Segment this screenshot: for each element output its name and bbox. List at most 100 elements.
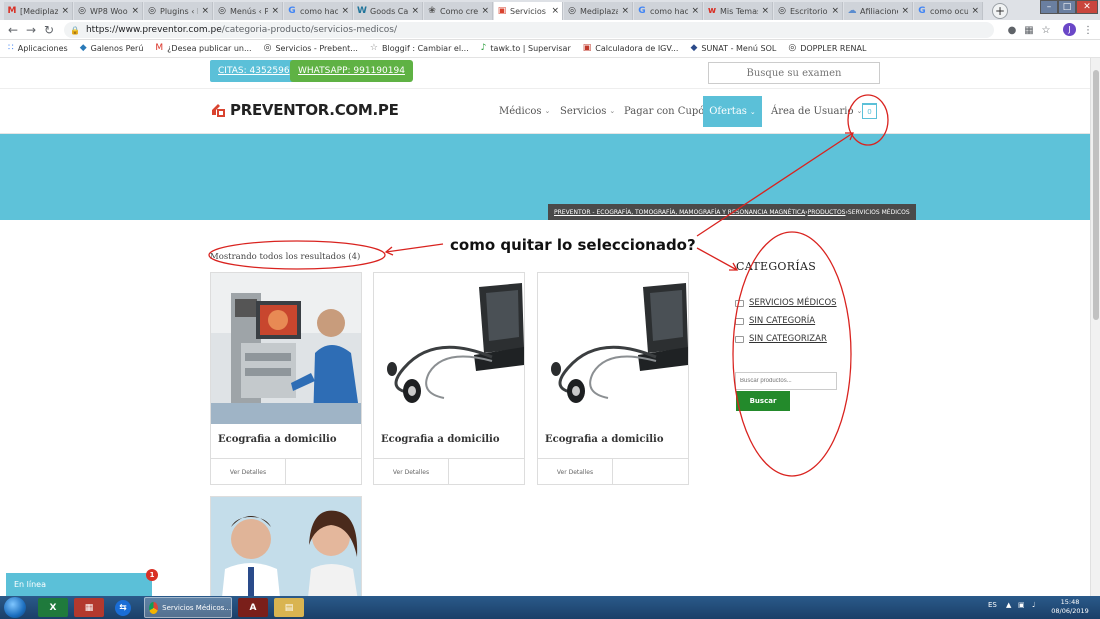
close-tab-icon[interactable]: × bbox=[271, 6, 279, 16]
site-logo[interactable]: PREVENTOR.COM.PE bbox=[210, 101, 399, 119]
nav-medicos[interactable]: Médicos ⌄ bbox=[499, 103, 550, 119]
browser-tab[interactable]: ◎ WP8 Woo × bbox=[74, 2, 143, 20]
bookmark-item[interactable]: ◎ Servicios - Prebent... bbox=[264, 44, 358, 54]
extension-icon[interactable]: ● bbox=[1006, 24, 1018, 36]
browser-tab[interactable]: Gcomo hac × bbox=[284, 2, 353, 20]
menu-icon[interactable]: ⋮ bbox=[1082, 24, 1094, 36]
pdf-tool-icon[interactable]: ▦ bbox=[74, 598, 104, 617]
product-image[interactable] bbox=[374, 273, 524, 424]
close-tab-icon[interactable]: × bbox=[691, 6, 699, 16]
close-tab-icon[interactable]: × bbox=[341, 6, 349, 16]
breadcrumb-home[interactable]: PREVENTOR - ECOGRAFÍA, TOMOGRAFÍA, MAMOG… bbox=[554, 209, 805, 216]
browser-tab[interactable]: W Goods Cat × bbox=[354, 2, 423, 20]
bookmark-item[interactable]: ▣ Calculadora de IGV... bbox=[583, 44, 679, 54]
close-tab-icon[interactable]: × bbox=[481, 6, 489, 16]
close-tab-icon[interactable]: × bbox=[761, 6, 769, 16]
bookmark-item[interactable]: ◆ SUNAT - Menú SOL bbox=[690, 44, 776, 54]
excel-icon[interactable]: X bbox=[38, 598, 68, 617]
maximize-button[interactable]: □ bbox=[1058, 0, 1076, 14]
translate-icon[interactable]: ▦ bbox=[1023, 24, 1035, 36]
file-explorer-icon[interactable]: ▤ bbox=[274, 598, 304, 617]
chat-widget[interactable]: En línea bbox=[6, 573, 152, 596]
product-image[interactable] bbox=[211, 497, 361, 596]
start-button[interactable] bbox=[4, 597, 26, 618]
citas-button[interactable]: CITAS: 4352596 bbox=[210, 60, 298, 82]
browser-tab[interactable]: Gcomo ocul × bbox=[914, 2, 983, 20]
teamviewer-icon[interactable]: ⇆ bbox=[108, 598, 138, 617]
browser-tab[interactable]: ◎ Escritorio × bbox=[774, 2, 843, 20]
galenos-icon: ◆ bbox=[79, 43, 87, 53]
close-tab-icon[interactable]: × bbox=[201, 6, 209, 16]
bookmark-star-icon[interactable]: ☆ bbox=[1040, 24, 1052, 36]
bookmark-item[interactable]: ♪ tawk.to | Supervisar bbox=[481, 44, 571, 54]
product-card[interactable]: Ecografia a domicilio Ver Detalles bbox=[373, 272, 525, 485]
annotation-question: como quitar lo seleccionado? bbox=[450, 236, 696, 254]
scrollbar-thumb[interactable] bbox=[1093, 70, 1099, 320]
product-image[interactable] bbox=[211, 273, 361, 424]
back-icon[interactable]: ← bbox=[6, 23, 20, 37]
cart-icon[interactable]: 0 bbox=[862, 103, 877, 119]
browser-tab[interactable]: ❀ Como crea× bbox=[424, 2, 493, 20]
browser-tab[interactable]: ▣Servicios M× bbox=[494, 2, 563, 20]
ver-detalles-link[interactable]: Ver Detalles bbox=[374, 459, 449, 485]
bookmark-item[interactable]: ◎ DOPPLER RENAL bbox=[788, 44, 866, 54]
close-tab-icon[interactable]: × bbox=[131, 6, 139, 16]
acrobat-icon[interactable]: A bbox=[238, 598, 268, 617]
bookmark-item[interactable]: ∷ Aplicaciones bbox=[8, 44, 68, 54]
browser-tab[interactable]: M[Mediplaza]× bbox=[4, 2, 73, 20]
product-search-input[interactable] bbox=[735, 372, 837, 390]
bookmark-item[interactable]: ◆ Galenos Perú bbox=[79, 43, 144, 54]
close-tab-icon[interactable]: × bbox=[551, 6, 559, 16]
category-item[interactable]: SIN CATEGORÍA bbox=[735, 316, 815, 326]
system-clock[interactable]: 15:48 08/06/2019 bbox=[1050, 598, 1090, 616]
minimize-button[interactable]: – bbox=[1040, 0, 1058, 14]
category-item[interactable]: SIN CATEGORIZAR bbox=[735, 334, 827, 344]
profile-avatar[interactable]: J bbox=[1063, 23, 1076, 36]
reload-icon[interactable]: ↻ bbox=[42, 23, 56, 37]
browser-tab[interactable]: ◎ Plugins ‹ P × bbox=[144, 2, 213, 20]
product-card[interactable]: Ecografia a domicilio Ver Detalles bbox=[210, 272, 362, 485]
page-scrollbar[interactable] bbox=[1090, 58, 1100, 596]
breadcrumb-productos[interactable]: PRODUCTOS bbox=[808, 209, 846, 216]
nav-ofertas[interactable]: Ofertas ⌄ bbox=[703, 96, 762, 127]
browser-tab[interactable]: ◎ Menús ‹ P × bbox=[214, 2, 283, 20]
exam-search-input[interactable] bbox=[708, 62, 880, 84]
close-tab-icon[interactable]: × bbox=[971, 6, 979, 16]
product-card[interactable]: Ecografia a domicilio Ver Detalles bbox=[537, 272, 689, 485]
volume-icon[interactable]: ♩ bbox=[1032, 601, 1035, 609]
product-card[interactable] bbox=[210, 496, 362, 596]
nav-servicios[interactable]: Servicios ⌄ bbox=[560, 103, 615, 119]
ver-detalles-link[interactable]: Ver Detalles bbox=[538, 459, 613, 485]
browser-tab[interactable]: Gcomo hac × bbox=[634, 2, 703, 20]
address-bar[interactable]: 🔒 https://www.preventor.com.pe/categoria… bbox=[64, 22, 994, 38]
language-indicator[interactable]: ES bbox=[988, 601, 997, 609]
search-button[interactable]: Buscar bbox=[736, 391, 790, 411]
gmail-icon: M bbox=[155, 43, 164, 53]
forward-icon[interactable]: → bbox=[24, 23, 38, 37]
bookmark-item[interactable]: M ¿Desea publicar un... bbox=[155, 43, 251, 54]
whatsapp-button[interactable]: WHATSAPP: 991190194 bbox=[290, 60, 413, 82]
browser-tab[interactable]: w Mis Temas × bbox=[704, 2, 773, 20]
close-tab-icon[interactable]: × bbox=[901, 6, 909, 16]
browser-tab[interactable]: ◎ Mediplaza × bbox=[564, 2, 633, 20]
product-title[interactable]: Ecografia a domicilio bbox=[218, 434, 337, 445]
taskbar-chrome-window[interactable]: Servicios Médicos... bbox=[144, 597, 232, 618]
new-tab-button[interactable]: + bbox=[992, 3, 1008, 19]
close-tab-icon[interactable]: × bbox=[411, 6, 419, 16]
category-item[interactable]: SERVICIOS MÉDICOS bbox=[735, 298, 837, 308]
close-tab-icon[interactable]: × bbox=[831, 6, 839, 16]
bookmark-item[interactable]: ☆ Bloggif : Cambiar el... bbox=[370, 44, 469, 54]
tray-arrow-icon[interactable]: ▲ bbox=[1006, 601, 1011, 609]
product-image[interactable] bbox=[538, 273, 688, 424]
product-title[interactable]: Ecografia a domicilio bbox=[381, 434, 500, 445]
close-window-button[interactable]: ✕ bbox=[1076, 0, 1098, 14]
network-icon[interactable]: ▣ bbox=[1018, 601, 1025, 609]
ver-detalles-link[interactable]: Ver Detalles bbox=[211, 459, 286, 485]
tab-label: [Mediplaza] bbox=[20, 6, 59, 16]
close-tab-icon[interactable]: × bbox=[61, 6, 69, 16]
browser-tab[interactable]: ☁ Afiliacione × bbox=[844, 2, 913, 20]
close-tab-icon[interactable]: × bbox=[621, 6, 629, 16]
nav-pagar-cupon[interactable]: Pagar con Cupón bbox=[624, 103, 711, 119]
nav-area-usuario[interactable]: Área de Usuario ⌄ bbox=[771, 103, 862, 119]
product-title[interactable]: Ecografia a domicilio bbox=[545, 434, 664, 445]
